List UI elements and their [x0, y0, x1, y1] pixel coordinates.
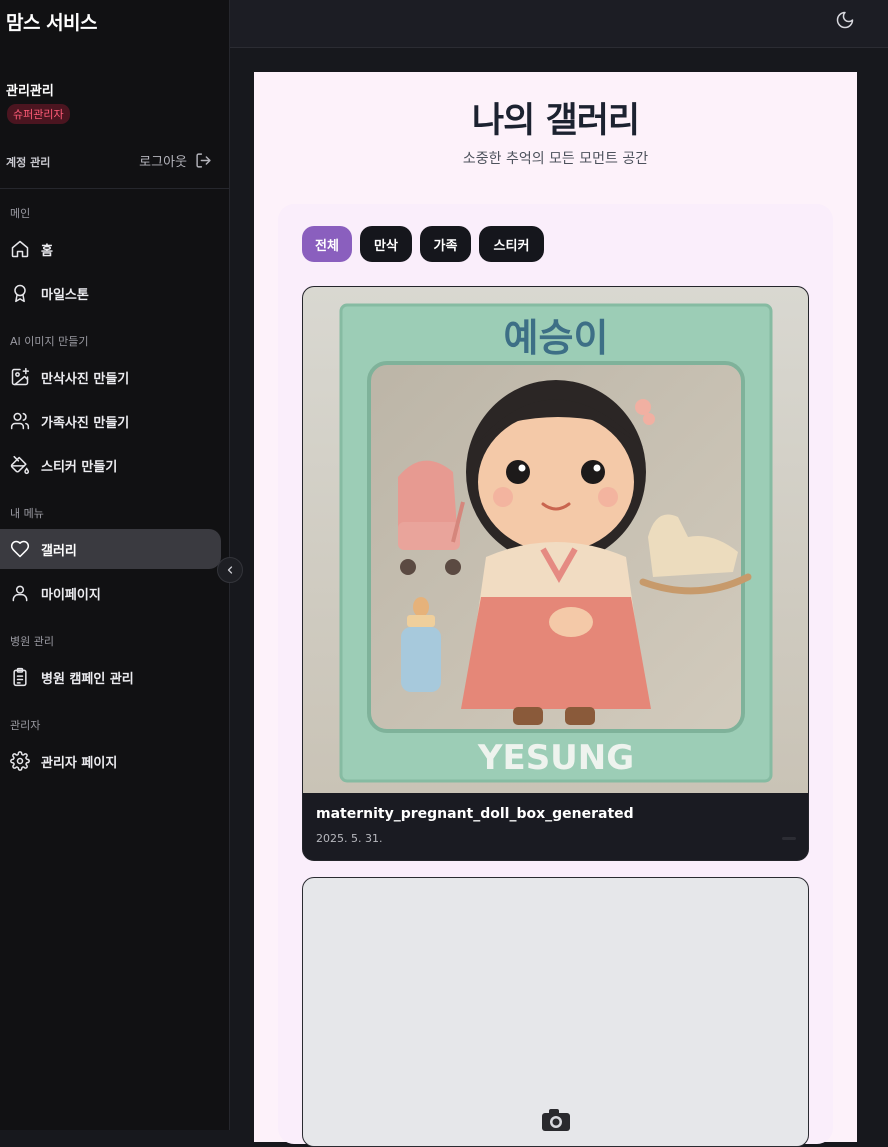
sidebar-item-mypage[interactable]: 마이페이지 — [0, 573, 221, 613]
user-name: 관리관리 — [6, 84, 54, 99]
filter-chip-maternity[interactable]: 만삭 — [360, 226, 412, 262]
page-title: 나의 갤러리 — [471, 101, 640, 141]
gallery-item[interactable]: 예승이 YESUNG maternity_pregnant_doll_box_g… — [302, 286, 809, 861]
section-label-my: 내 메뉴 — [10, 507, 44, 520]
logout-button[interactable]: 로그아웃 — [139, 151, 212, 170]
award-icon — [14, 284, 26, 303]
logout-label: 로그아웃 — [139, 155, 187, 170]
top-bar — [230, 0, 888, 48]
filter-chip-sticker[interactable]: 스티커 — [479, 226, 544, 262]
filter-chip-all[interactable]: 전체 — [302, 226, 352, 262]
home-icon — [11, 240, 29, 258]
sidebar-item-admin[interactable]: 관리자 페이지 — [0, 741, 221, 781]
sidebar-collapse-button[interactable] — [217, 557, 243, 583]
sidebar-item-label: 홈 — [41, 243, 53, 259]
box-label-bottom: YESUNG — [477, 738, 634, 778]
moon-icon[interactable] — [835, 10, 855, 30]
sidebar-item-label: 만삭사진 만들기 — [41, 371, 130, 387]
clipboard-list-icon — [13, 667, 27, 687]
account-manage-link[interactable]: 계정 관리 — [6, 154, 50, 170]
sidebar-item-label: 스티커 만들기 — [41, 459, 118, 475]
sidebar-item-label: 가족사진 만들기 — [41, 415, 130, 431]
sidebar-item-family[interactable]: 가족사진 만들기 — [0, 401, 221, 441]
user-icon — [12, 585, 28, 602]
camera-icon — [542, 1109, 570, 1131]
brand-title[interactable]: 맘스 서비스 — [6, 8, 98, 35]
sidebar-divider — [0, 188, 229, 189]
gallery-item-title: maternity_pregnant_doll_box_generated — [316, 806, 634, 822]
sidebar-item-label: 마이페이지 — [41, 587, 101, 603]
section-label-hospital: 병원 관리 — [10, 635, 54, 648]
gear-icon — [10, 751, 30, 771]
sidebar-item-maternity[interactable]: 만삭사진 만들기 — [0, 357, 221, 397]
section-label-ai: AI 이미지 만들기 — [10, 335, 89, 348]
sidebar-item-label: 병원 캠페인 관리 — [41, 671, 134, 687]
role-badge: 슈퍼관리자 — [7, 104, 70, 124]
more-options-icon[interactable] — [782, 837, 796, 840]
filter-chip-family[interactable]: 가족 — [420, 226, 471, 262]
logout-icon — [196, 153, 211, 168]
heart-icon — [10, 540, 30, 558]
gallery-item-date: 2025. 5. 31. — [316, 832, 383, 845]
sidebar-item-label: 관리자 페이지 — [41, 755, 118, 771]
section-label-admin: 관리자 — [10, 719, 41, 732]
sidebar: 맘스 서비스 관리관리 슈퍼관리자 계정 관리 로그아웃 메인 홈 마일스톤 A… — [0, 0, 230, 1130]
sidebar-item-gallery[interactable]: 갤러리 — [0, 529, 221, 569]
doll-box-image[interactable]: 예승이 YESUNG — [303, 287, 809, 793]
page-subtitle: 소중한 추억의 모든 모먼트 공간 — [462, 151, 649, 167]
sidebar-item-milestone[interactable]: 마일스톤 — [0, 273, 221, 313]
chevron-left-icon — [227, 566, 233, 574]
users-icon — [10, 412, 30, 430]
image-plus-icon — [11, 367, 30, 386]
sidebar-item-campaign[interactable]: 병원 캠페인 관리 — [0, 657, 221, 697]
section-label-main: 메인 — [10, 207, 31, 220]
sidebar-item-sticker[interactable]: 스티커 만들기 — [0, 445, 221, 485]
sidebar-item-label: 갤러리 — [41, 543, 77, 559]
paint-bucket-icon — [10, 455, 30, 475]
sidebar-item-home[interactable]: 홈 — [0, 229, 221, 269]
box-label-top: 예승이 — [504, 316, 609, 360]
gallery-item[interactable] — [302, 877, 809, 1147]
sidebar-item-label: 마일스톤 — [41, 287, 89, 303]
